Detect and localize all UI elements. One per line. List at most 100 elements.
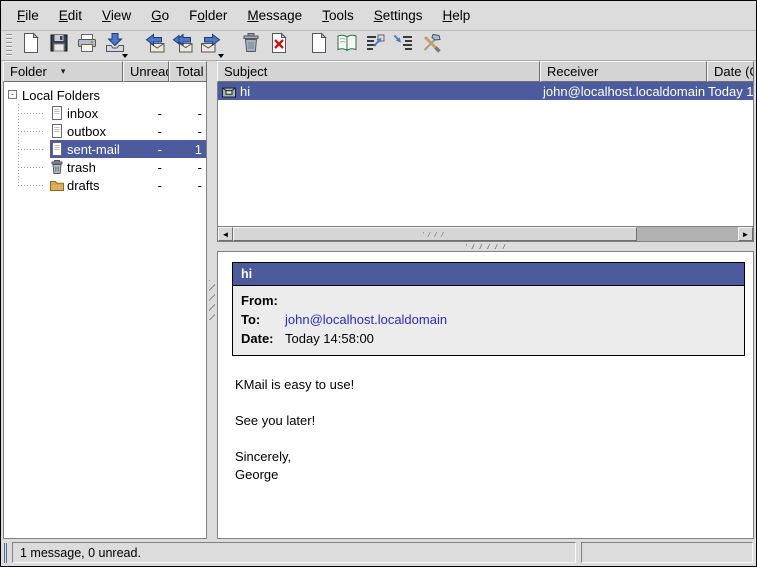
print-button[interactable] — [73, 32, 101, 60]
folder-item-drafts[interactable]: drafts -- — [4, 176, 206, 194]
folder-column-label: Folder — [10, 64, 47, 79]
folder-item-trash[interactable]: trash-- — [4, 158, 206, 176]
save-button[interactable] — [45, 32, 73, 60]
folder-pane: Folder ▾ Unread Total -Local Foldersinbo… — [3, 61, 207, 539]
menu-edit[interactable]: Edit — [53, 4, 88, 27]
folder-root-local-folders[interactable]: -Local Folders — [4, 86, 206, 104]
folder-item-sent-mail[interactable]: sent-mail-1 — [4, 140, 206, 158]
forward-button[interactable] — [197, 32, 225, 60]
reply-button[interactable] — [141, 32, 169, 60]
scrollbar-track[interactable] — [637, 227, 738, 241]
subject-column-label: Subject — [224, 64, 267, 79]
date-column-header[interactable]: Date (Order of Arrival) — [707, 61, 754, 82]
folder-total-count: - — [170, 176, 206, 194]
folder-total-count: - — [170, 104, 206, 122]
save-icon — [48, 32, 70, 59]
statusbar-secondary-panel — [581, 542, 753, 563]
scroll-right-button[interactable]: ► — [738, 227, 753, 241]
horizontal-splitter[interactable] — [217, 242, 754, 251]
new-window-button[interactable] — [305, 32, 333, 60]
move-to-trash-button[interactable] — [237, 32, 265, 60]
scroll-left-button[interactable]: ◄ — [218, 227, 233, 241]
splitter-grip-icon — [466, 244, 506, 249]
collapse-expander-icon[interactable]: - — [8, 90, 17, 99]
field-value: Today 14:58:00 — [285, 329, 374, 348]
address-book-button[interactable] — [333, 32, 361, 60]
mail-page-icon — [50, 124, 64, 138]
body-line — [235, 430, 753, 448]
vertical-splitter[interactable] — [207, 61, 217, 539]
folder-unread-count: - — [124, 140, 170, 158]
statusbar-message-count: 1 message, 0 unread. — [12, 542, 576, 563]
message-subject-title: hi — [233, 263, 744, 286]
menu-help[interactable]: Help — [437, 4, 477, 27]
dropdown-arrow-icon[interactable] — [218, 54, 224, 58]
folder-total-count: - — [170, 122, 206, 140]
folder-column-headers: Folder ▾ Unread Total — [3, 61, 207, 82]
new-message-button[interactable] — [17, 32, 45, 60]
field-value-link[interactable]: john@localhost.localdomain — [285, 310, 447, 329]
jump-unread-icon — [364, 32, 386, 59]
statusbar: 1 message, 0 unread. — [1, 539, 756, 566]
menu-go[interactable]: Go — [145, 4, 175, 27]
configure-button[interactable] — [417, 32, 445, 60]
print-icon — [76, 32, 98, 59]
tree-line — [18, 149, 44, 150]
menu-tools[interactable]: Tools — [316, 4, 360, 27]
main-area: Folder ▾ Unread Total -Local Foldersinbo… — [1, 61, 756, 539]
total-column-label: Total — [176, 64, 203, 79]
folder-item-outbox[interactable]: outbox-- — [4, 122, 206, 140]
toolbar-drag-handle[interactable] — [6, 34, 12, 58]
menu-file[interactable]: File — [11, 4, 45, 27]
mail-page-icon — [50, 142, 64, 156]
menu-message[interactable]: Message — [241, 4, 308, 27]
message-list-hscrollbar[interactable]: ◄ ► — [217, 226, 754, 242]
menu-settings[interactable]: Settings — [368, 4, 429, 27]
message-body: KMail is easy to use! See you later! Sin… — [218, 356, 753, 484]
folder-name-cell: inbox — [50, 104, 124, 122]
folder-name: drafts — [67, 178, 100, 193]
header-field-to: To:john@localhost.localdomain — [241, 310, 736, 329]
tree-line — [18, 131, 44, 132]
check-mail-button[interactable] — [101, 32, 129, 60]
scrollbar-thumb[interactable] — [233, 227, 637, 241]
address-book-icon — [336, 32, 358, 59]
folder-name: sent-mail — [67, 142, 120, 157]
sort-arrow-icon: ▾ — [61, 66, 66, 77]
tree-gutter: - — [4, 86, 22, 104]
tree-line — [18, 167, 44, 168]
folder-tree: -Local Foldersinbox--outbox--sent-mail-1… — [3, 82, 207, 539]
prev-unread-icon — [392, 32, 414, 59]
body-line — [235, 394, 753, 412]
new-message-icon — [20, 32, 42, 59]
previous-unread-button[interactable] — [389, 32, 417, 60]
unread-column-header[interactable]: Unread — [123, 61, 169, 82]
subject-column-header[interactable]: Subject — [217, 61, 540, 82]
menu-folder[interactable]: Folder — [183, 4, 233, 27]
configure-icon — [420, 32, 442, 59]
tree-gutter — [4, 122, 50, 140]
folder-total-count: - — [170, 158, 206, 176]
folder-name-cell: sent-mail — [50, 140, 124, 158]
message-header-block: hi From:To:john@localhost.localdomainDat… — [232, 262, 745, 356]
body-line: George — [235, 466, 753, 484]
tree-gutter — [4, 104, 50, 122]
message-receiver-cell: john@localhost.localdomain — [541, 84, 708, 99]
total-column-header[interactable]: Total — [169, 61, 207, 82]
message-subject-cell: hi — [218, 84, 541, 99]
header-field-from: From: — [241, 291, 736, 310]
delete-button[interactable] — [265, 32, 293, 60]
folder-item-inbox[interactable]: inbox-- — [4, 104, 206, 122]
field-label: To: — [241, 310, 285, 329]
sent-envelope-icon — [222, 86, 237, 97]
message-row[interactable]: hijohn@localhost.localdomainToday 14:58 — [218, 82, 753, 100]
dropdown-arrow-icon[interactable] — [122, 54, 128, 58]
folder-column-header[interactable]: Folder ▾ — [3, 61, 123, 82]
kmail-window: File Edit View Go Folder Message Tools Settings… — [0, 0, 757, 567]
menu-view[interactable]: View — [96, 4, 137, 27]
folder-unread-count: - — [124, 176, 170, 194]
message-column-headers: Subject Receiver Date (Order of Arrival) — [217, 61, 754, 82]
jump-to-unread-button[interactable] — [361, 32, 389, 60]
receiver-column-header[interactable]: Receiver — [540, 61, 707, 82]
reply-all-button[interactable] — [169, 32, 197, 60]
